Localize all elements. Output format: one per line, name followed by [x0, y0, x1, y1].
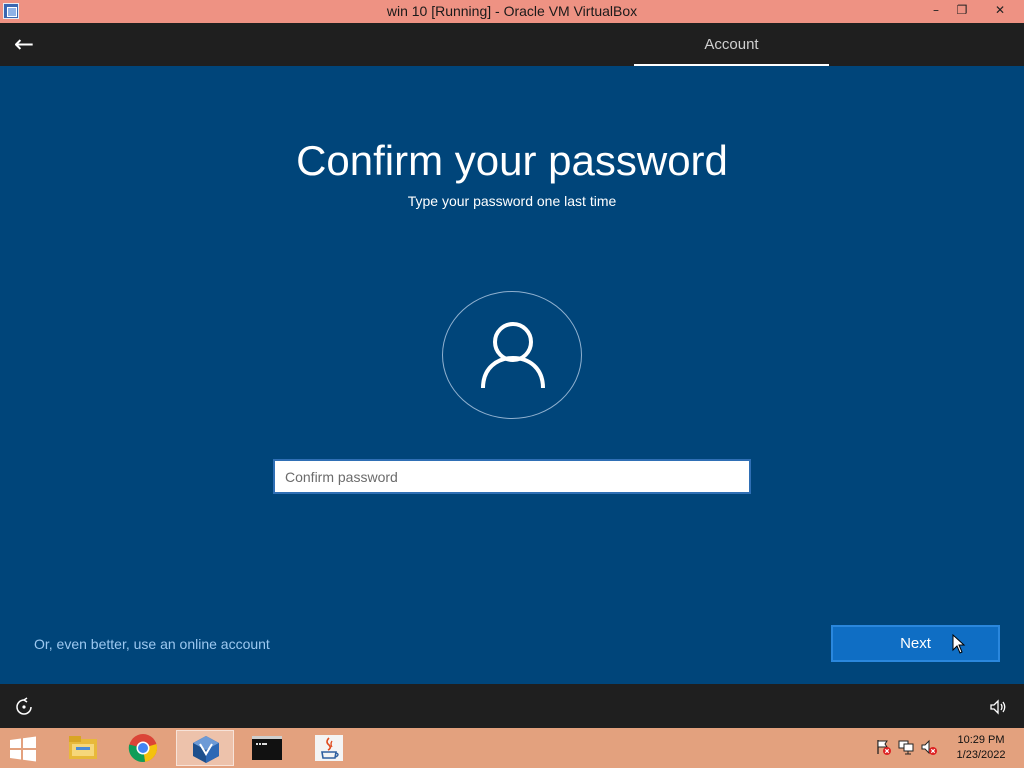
back-button[interactable]: ← [10, 31, 38, 59]
confirm-password-input[interactable] [273, 459, 751, 494]
volume-button[interactable] [988, 697, 1008, 717]
clock-date: 1/23/2022 [956, 749, 1006, 761]
taskbar: 10:29 PM 1/23/2022 [0, 728, 1024, 768]
chrome-icon [128, 734, 158, 762]
page-title: Confirm your password [296, 137, 728, 184]
oobe-header: ← Account [0, 23, 1024, 66]
avatar [442, 291, 582, 419]
ease-of-access-button[interactable] [14, 697, 34, 717]
mouse-pointer-icon [952, 634, 966, 654]
oobe-content: Confirm your password Type your password… [0, 66, 1024, 684]
back-arrow-icon: ← [13, 30, 35, 58]
action-center-flag-icon [877, 740, 891, 755]
page-subtitle: Type your password one last time [407, 193, 617, 209]
windows-start-icon [10, 736, 36, 762]
tray-network[interactable] [897, 738, 915, 756]
taskbar-clock[interactable]: 10:29 PM 1/23/2022 [948, 733, 1014, 763]
oobe-footer [0, 684, 1024, 728]
ease-of-access-icon [16, 697, 32, 715]
volume-icon [990, 699, 1006, 715]
tray-action-center[interactable] [874, 738, 892, 756]
restore-icon: ❐ [956, 3, 968, 17]
user-icon [481, 322, 545, 389]
restore-button[interactable]: ❐ [947, 0, 977, 21]
minimize-icon: – [933, 3, 939, 17]
clock-time: 10:29 PM [957, 734, 1005, 746]
window-titlebar[interactable]: win 10 [Running] - Oracle VM VirtualBox … [0, 0, 1024, 23]
close-button[interactable]: ✕ [980, 0, 1020, 21]
taskbar-item-chrome[interactable] [114, 730, 172, 766]
network-icon [898, 740, 914, 755]
tray-volume[interactable] [920, 738, 938, 756]
close-icon: ✕ [994, 3, 1006, 17]
taskbar-item-command-prompt[interactable] [238, 730, 296, 766]
next-button[interactable]: Next [831, 625, 1000, 662]
system-tray [870, 738, 940, 758]
taskbar-item-virtualbox[interactable] [176, 730, 234, 766]
volume-muted-icon [921, 739, 937, 755]
java-icon [315, 735, 343, 761]
virtualbox-icon [193, 736, 219, 763]
online-account-link[interactable]: Or, even better, use an online account [34, 636, 270, 652]
command-prompt-icon [252, 736, 282, 760]
file-explorer-icon [69, 736, 97, 759]
tab-account: Account [634, 23, 829, 66]
taskbar-item-java[interactable] [300, 730, 358, 766]
start-button[interactable] [8, 736, 38, 762]
taskbar-item-file-explorer[interactable] [54, 730, 112, 766]
window-title: win 10 [Running] - Oracle VM VirtualBox [386, 3, 638, 19]
